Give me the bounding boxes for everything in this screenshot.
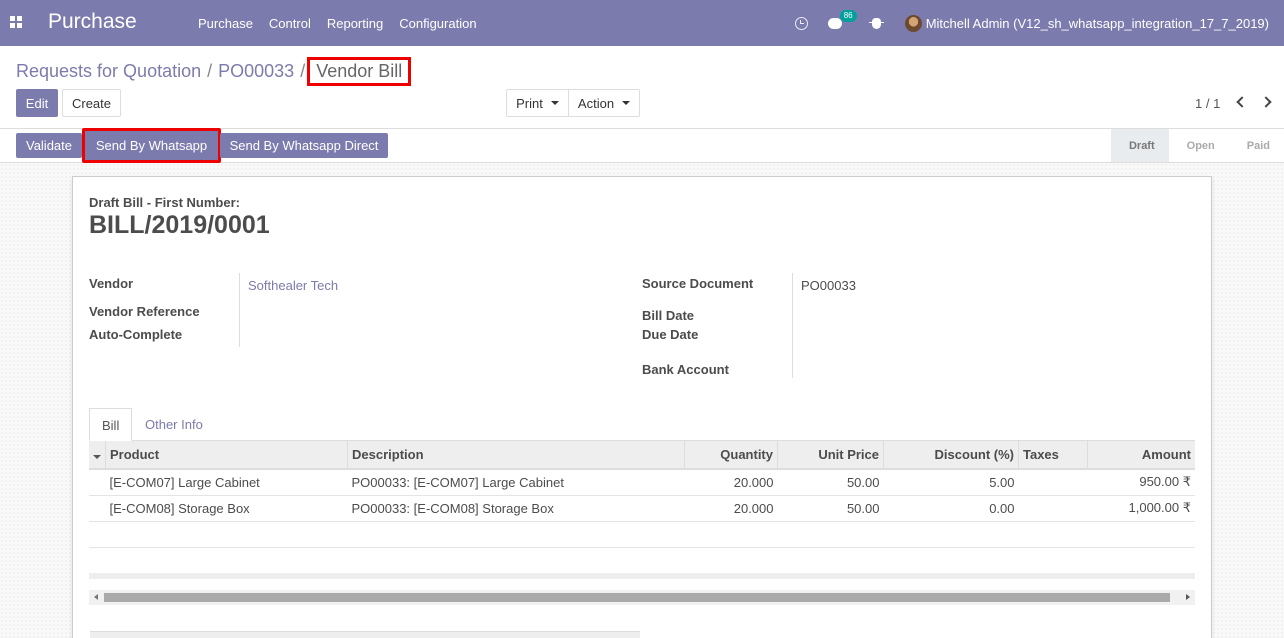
breadcrumb-current: Vendor Bill (307, 57, 412, 86)
cell-amount: 1,000.00 ₹ (1087, 495, 1195, 522)
edit-button[interactable]: Edit (16, 89, 58, 117)
tab-other-info[interactable]: Other Info (145, 408, 203, 441)
pager-value[interactable]: 1 / 1 (1195, 96, 1220, 111)
stage-bar: Draft Open Paid (1110, 129, 1284, 162)
cell-discount[interactable]: 0.00 (883, 495, 1019, 522)
form-sheet (72, 176, 1212, 638)
cell-description[interactable]: PO00033: [E-COM07] Large Cabinet (347, 469, 685, 496)
cell-quantity[interactable]: 20.000 (684, 469, 778, 496)
user-menu[interactable]: Mitchell Admin (V12_sh_whatsapp_integrat… (926, 16, 1269, 31)
pager-next-icon[interactable] (1260, 96, 1272, 108)
systray: 86 Mitchell Admin (V12_sh_whatsapp_integ… (794, 0, 1284, 46)
messages-icon[interactable]: 86 (827, 9, 857, 29)
menu-reporting[interactable]: Reporting (319, 16, 391, 31)
source-document-value: PO00033 (801, 278, 856, 293)
app-title: Purchase (48, 10, 137, 33)
breadcrumb-rfq[interactable]: Requests for Quotation (16, 61, 201, 82)
vendor-reference-label: Vendor Reference (89, 304, 200, 319)
table-row[interactable]: [E-COM07] Large Cabinet PO00033: [E-COM0… (89, 469, 1195, 496)
table-row-empty (89, 521, 1195, 548)
due-date-label: Due Date (642, 327, 699, 342)
caret-down-icon (550, 101, 559, 105)
bank-account-label: Bank Account (642, 362, 729, 377)
apps-menu-icon[interactable] (10, 16, 23, 29)
table-footer (89, 573, 1195, 579)
cell-amount: 950.00 ₹ (1087, 469, 1195, 496)
stage-open[interactable]: Open (1169, 129, 1229, 162)
scroll-left-icon[interactable] (94, 594, 98, 600)
cell-product[interactable]: [E-COM08] Storage Box (105, 495, 348, 522)
tab-bill[interactable]: Bill (89, 408, 133, 441)
print-dropdown[interactable]: Print (506, 89, 569, 117)
print-label: Print (516, 95, 543, 111)
caret-down-icon (622, 101, 631, 105)
cell-quantity[interactable]: 20.000 (684, 495, 778, 522)
cell-taxes[interactable] (1018, 469, 1088, 496)
col-amount[interactable]: Amount (1087, 441, 1195, 470)
table-row[interactable]: [E-COM08] Storage Box PO00033: [E-COM08]… (89, 495, 1195, 522)
col-unit-price[interactable]: Unit Price (777, 441, 884, 470)
invoice-lines-table: Product Description Quantity Unit Price … (89, 441, 1195, 548)
scroll-right-icon[interactable] (1186, 594, 1190, 600)
col-taxes[interactable]: Taxes (1018, 441, 1088, 470)
bill-subtitle: Draft Bill - First Number: (89, 195, 240, 210)
breadcrumb-separator: / (207, 61, 213, 81)
cell-description[interactable]: PO00033: [E-COM08] Storage Box (347, 495, 685, 522)
cell-product[interactable]: [E-COM07] Large Cabinet (105, 469, 348, 496)
horizontal-scrollbar[interactable] (89, 590, 1195, 605)
cell-taxes[interactable] (1018, 495, 1088, 522)
avatar[interactable] (904, 14, 922, 32)
breadcrumb-separator: / (300, 61, 306, 81)
top-navbar: Purchase Purchase Control Reporting Conf… (0, 0, 1284, 46)
send-by-whatsapp-direct-button[interactable]: Send By Whatsapp Direct (220, 133, 388, 158)
breadcrumb-po[interactable]: PO00033 (218, 61, 294, 82)
stage-paid[interactable]: Paid (1229, 129, 1284, 162)
source-document-label: Source Document (642, 276, 754, 291)
divider (239, 273, 240, 347)
totals-header (90, 631, 640, 638)
bill-number: BILL/2019/0001 (89, 211, 270, 239)
divider (792, 273, 793, 378)
menu-purchase[interactable]: Purchase (190, 16, 261, 31)
create-button[interactable]: Create (62, 89, 121, 117)
col-discount[interactable]: Discount (%) (883, 441, 1019, 470)
send-by-whatsapp-button[interactable]: Send By Whatsapp (82, 128, 221, 163)
col-product[interactable]: Product (105, 441, 348, 470)
menu-configuration[interactable]: Configuration (391, 16, 484, 31)
scrollbar-thumb[interactable] (104, 593, 1170, 602)
cell-unit-price[interactable]: 50.00 (777, 469, 884, 496)
breadcrumb: Requests for Quotation / PO00033 / Vendo… (16, 57, 412, 86)
auto-complete-label: Auto-Complete (89, 327, 183, 342)
sort-caret-icon[interactable] (89, 441, 106, 470)
table-header-row: Product Description Quantity Unit Price … (89, 441, 1195, 470)
bill-date-label: Bill Date (642, 308, 695, 323)
stage-draft: Draft (1110, 129, 1169, 162)
notebook-tabs: Bill Other Info (89, 408, 1195, 441)
cell-unit-price[interactable]: 50.00 (777, 495, 884, 522)
vendor-value[interactable]: Softhealer Tech (248, 278, 338, 293)
action-label: Action (577, 95, 615, 111)
pager-previous-icon[interactable] (1236, 96, 1248, 108)
cell-discount[interactable]: 5.00 (883, 469, 1019, 496)
activity-clock-icon[interactable] (794, 16, 808, 30)
col-description[interactable]: Description (347, 441, 685, 470)
debug-bug-icon[interactable] (868, 17, 884, 29)
col-quantity[interactable]: Quantity (684, 441, 778, 470)
vendor-label: Vendor (89, 276, 134, 291)
statusbar: Validate Send By Whatsapp Send By Whatsa… (0, 128, 1284, 163)
main-menu: Purchase Control Reporting Configuration (190, 0, 485, 46)
menu-control[interactable]: Control (261, 16, 319, 31)
messages-badge: 86 (839, 9, 857, 22)
action-dropdown[interactable]: Action (568, 89, 640, 117)
validate-button[interactable]: Validate (16, 133, 82, 158)
